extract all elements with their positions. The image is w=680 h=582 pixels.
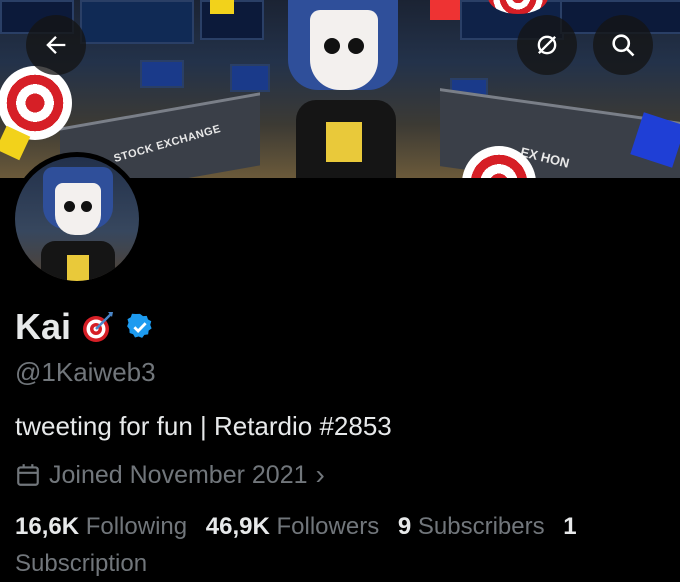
verified-badge-icon[interactable] <box>125 312 155 342</box>
search-icon <box>612 34 635 57</box>
subscription-count: 1 <box>563 513 577 540</box>
joined-date[interactable]: Joined November 2021 › <box>15 459 325 491</box>
subscription-label: Subscription <box>15 550 148 577</box>
search-button[interactable] <box>593 15 653 75</box>
hide-button[interactable] <box>517 15 577 75</box>
following-count: 16,6K <box>15 513 80 540</box>
avatar-image <box>15 157 139 281</box>
display-name: Kai <box>15 306 72 347</box>
following-stat[interactable]: 16,6K Following <box>15 513 187 540</box>
dart-target-icon <box>83 312 114 342</box>
subscribers-count: 9 <box>397 513 412 540</box>
subscribers-stat[interactable]: 9 Subscribers <box>398 513 545 540</box>
followers-count: 46,9K <box>205 513 270 540</box>
banner-character <box>268 0 418 178</box>
eye-slash-icon <box>537 35 557 55</box>
profile-bio: tweeting for fun | Retardio #2853 <box>15 411 392 441</box>
followers-stat[interactable]: 46,9K Followers <box>206 513 379 540</box>
avatar[interactable] <box>10 152 144 286</box>
banner-confetti <box>430 0 460 20</box>
profile-stats: 16,6K Following 46,9K Followers 9 Subscr… <box>15 508 655 582</box>
following-label: Following <box>85 513 188 540</box>
profile-banner[interactable]: STOCK EXCHANGE EX HON <box>0 0 680 178</box>
followers-label: Followers <box>276 513 380 540</box>
calendar-icon <box>17 464 39 486</box>
back-arrow-icon <box>46 36 66 54</box>
subscribers-label: Subscribers <box>417 513 545 540</box>
banner-confetti <box>210 0 234 14</box>
user-handle: @1Kaiweb3 <box>15 357 156 387</box>
back-button[interactable] <box>26 15 86 75</box>
joined-text: Joined November 2021 <box>49 460 308 489</box>
chevron-right-icon: › <box>315 459 325 490</box>
name-row: Kai <box>15 309 155 345</box>
